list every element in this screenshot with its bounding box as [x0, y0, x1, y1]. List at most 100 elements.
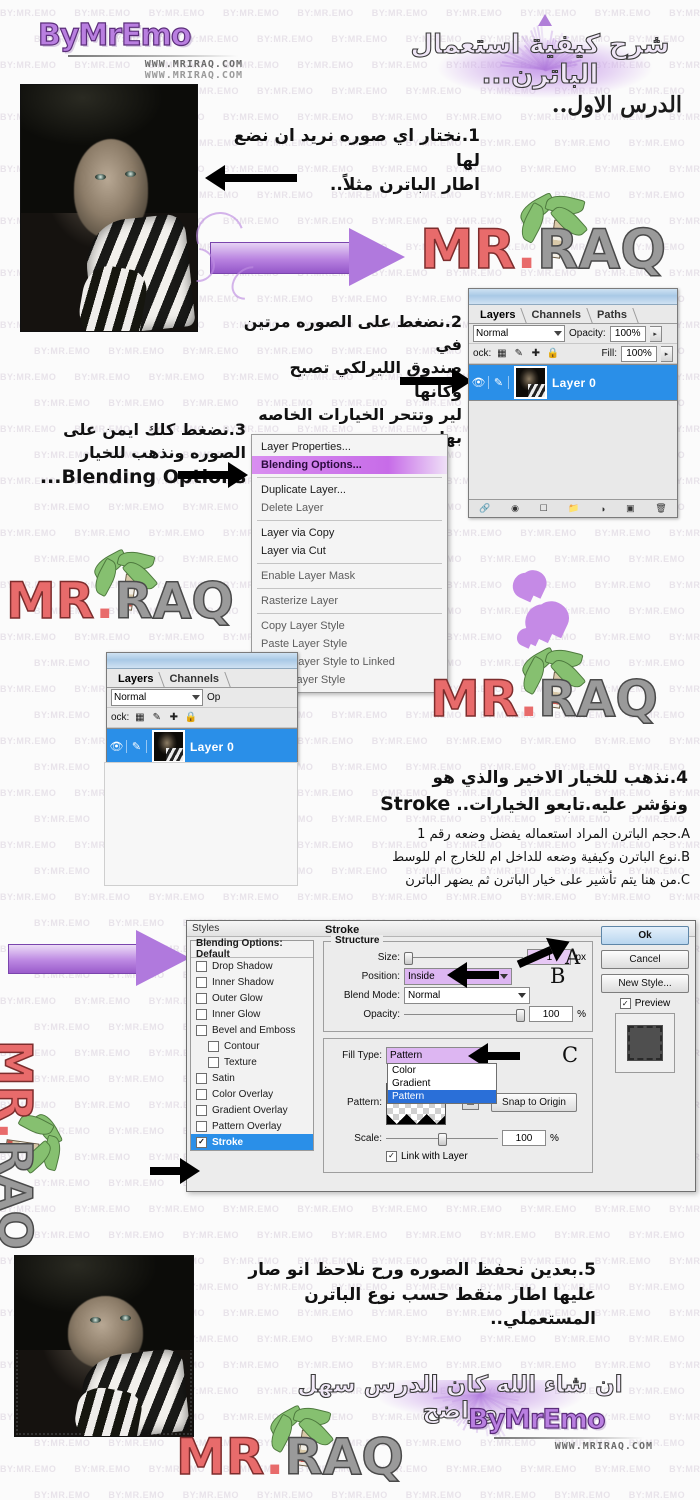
preview-row[interactable]: ✓ Preview: [601, 998, 689, 1009]
snap-to-origin-button[interactable]: Snap to Origin: [491, 1093, 577, 1112]
style-item-pattern-overlay[interactable]: Pattern Overlay: [191, 1118, 313, 1134]
style-checkbox[interactable]: [196, 961, 207, 972]
style-checkbox[interactable]: ✓: [196, 1137, 207, 1148]
menu-item[interactable]: Paste Layer Style: [252, 635, 447, 653]
new-layer-icon[interactable]: ▣: [626, 503, 635, 514]
scale-slider-knob[interactable]: [438, 1133, 447, 1146]
tab-channels[interactable]: Channels: [162, 671, 228, 687]
style-item-stroke[interactable]: ✓ Stroke: [191, 1134, 313, 1150]
lock-paint-icon[interactable]: ✎: [150, 711, 163, 724]
brush-icon[interactable]: ✎: [488, 376, 509, 389]
style-checkbox[interactable]: [196, 1009, 207, 1020]
menu-item[interactable]: Rasterize Layer: [252, 592, 447, 610]
lock-transparency-icon[interactable]: ▦: [133, 711, 146, 724]
fill-stepper[interactable]: ▸: [661, 346, 673, 362]
link-layers-icon[interactable]: 🔗: [479, 503, 490, 514]
tab-paths[interactable]: Paths: [590, 307, 636, 323]
style-checkbox[interactable]: [196, 1025, 207, 1036]
filltype-option-color[interactable]: Color: [388, 1064, 496, 1077]
opacity-value[interactable]: 100: [529, 1006, 573, 1022]
style-checkbox[interactable]: [208, 1057, 219, 1068]
style-checkbox[interactable]: [196, 1105, 207, 1116]
lock-all-icon[interactable]: 🔒: [184, 711, 197, 724]
style-checkbox[interactable]: [196, 1073, 207, 1084]
panel-bottom-toolbar[interactable]: 🔗 ◉ ☐ 📁 ◑ ▣ 🗑: [469, 499, 677, 517]
blend-mode-select[interactable]: Normal: [473, 325, 565, 342]
opacity-value[interactable]: 100%: [610, 326, 646, 342]
style-checkbox[interactable]: [208, 1041, 219, 1052]
opacity-stepper[interactable]: ▸: [650, 326, 662, 342]
style-item-inner-glow[interactable]: Inner Glow: [191, 1006, 313, 1022]
style-item-outer-glow[interactable]: Outer Glow: [191, 990, 313, 1006]
layer-style-icon[interactable]: ◉: [511, 503, 519, 514]
cancel-button[interactable]: Cancel: [601, 950, 689, 969]
eye-icon[interactable]: 👁: [107, 740, 126, 753]
preview-checkbox[interactable]: ✓: [620, 998, 631, 1009]
layer-style-dialog[interactable]: Styles Blending Options: Default Drop Sha…: [186, 920, 696, 1192]
menu-item[interactable]: Blending Options...: [252, 456, 447, 474]
filltype-option-gradient[interactable]: Gradient: [388, 1077, 496, 1090]
ok-button[interactable]: Ok: [601, 926, 689, 945]
lock-move-icon[interactable]: ✚: [167, 711, 180, 724]
new-group-icon[interactable]: 📁: [568, 503, 579, 514]
menu-item[interactable]: Copy Layer Style: [252, 617, 447, 635]
blend-mode-select[interactable]: Normal: [111, 689, 203, 706]
layer-row[interactable]: 👁 ✎ Layer 0: [469, 364, 677, 401]
size-slider-knob[interactable]: [404, 952, 413, 965]
panel-tabs[interactable]: Layers Channels: [107, 669, 297, 688]
logo-mr: MR: [0, 1040, 42, 1122]
opacity-slider-knob[interactable]: [516, 1009, 525, 1022]
brush-icon[interactable]: ✎: [126, 740, 147, 753]
style-item-satin[interactable]: Satin: [191, 1070, 313, 1086]
delete-layer-icon[interactable]: 🗑: [655, 503, 666, 514]
layer-thumbnail[interactable]: [152, 730, 185, 763]
opacity-slider[interactable]: [404, 1014, 525, 1015]
lock-transparency-icon[interactable]: ▦: [495, 347, 508, 360]
lock-all-icon[interactable]: 🔒: [546, 347, 559, 360]
tab-layers[interactable]: Layers: [473, 307, 524, 323]
tab-channels[interactable]: Channels: [524, 307, 590, 323]
style-checkbox[interactable]: [196, 993, 207, 1004]
scale-value[interactable]: 100: [502, 1130, 546, 1146]
style-item-gradient-overlay[interactable]: Gradient Overlay: [191, 1102, 313, 1118]
new-style-button[interactable]: New Style...: [601, 974, 689, 993]
lock-paint-icon[interactable]: ✎: [512, 347, 525, 360]
style-checkbox[interactable]: [196, 1121, 207, 1132]
blend-mode-select[interactable]: Normal: [404, 987, 530, 1004]
menu-item[interactable]: Layer via Cut: [252, 542, 447, 560]
style-item-inner-shadow[interactable]: Inner Shadow: [191, 974, 313, 990]
menu-item[interactable]: Layer Properties...: [252, 438, 447, 456]
style-checkbox[interactable]: [196, 1089, 207, 1100]
style-item-color-overlay[interactable]: Color Overlay: [191, 1086, 313, 1102]
lock-move-icon[interactable]: ✚: [529, 347, 542, 360]
filltype-dropdown[interactable]: Color Gradient Pattern: [387, 1063, 497, 1104]
dialog-buttons[interactable]: Ok Cancel New Style... ✓ Preview: [601, 926, 689, 1073]
layers-panel-secondary[interactable]: Layers Channels Normal Op ock: ▦ ✎ ✚ 🔒 👁…: [106, 652, 298, 764]
menu-item[interactable]: Enable Layer Mask: [252, 567, 447, 585]
tab-layers[interactable]: Layers: [111, 671, 162, 687]
layer-thumbnail[interactable]: [514, 366, 547, 399]
style-checkbox[interactable]: [196, 977, 207, 988]
size-slider[interactable]: [404, 957, 523, 958]
style-blending-options-default[interactable]: Blending Options: Default: [191, 941, 313, 958]
filltype-option-pattern[interactable]: Pattern: [388, 1090, 496, 1103]
fill-value[interactable]: 100%: [621, 346, 657, 362]
link-with-layer-row[interactable]: ✓ Link with Layer: [330, 1149, 586, 1163]
layer-row[interactable]: 👁 ✎ Layer 0: [107, 728, 297, 765]
logo-mr: MR: [420, 218, 516, 281]
menu-item[interactable]: Duplicate Layer...: [252, 481, 447, 499]
style-item-drop-shadow[interactable]: Drop Shadow: [191, 958, 313, 974]
style-item-bevel-and-emboss[interactable]: Bevel and Emboss: [191, 1022, 313, 1038]
styles-list[interactable]: Blending Options: Default Drop Shadow Inne…: [190, 940, 314, 1151]
panel-tabs[interactable]: Layers Channels Paths: [469, 305, 677, 324]
eye-icon[interactable]: 👁: [469, 376, 488, 389]
link-with-layer-checkbox[interactable]: ✓: [386, 1151, 397, 1162]
scale-slider[interactable]: [386, 1138, 498, 1139]
menu-item[interactable]: Delete Layer: [252, 499, 447, 517]
adjustment-layer-icon[interactable]: ◑: [600, 504, 605, 514]
style-item-texture[interactable]: Texture: [191, 1054, 313, 1070]
layers-panel[interactable]: Layers Channels Paths Normal Opacity: 10…: [468, 288, 678, 518]
layer-mask-icon[interactable]: ☐: [540, 503, 548, 514]
menu-item[interactable]: Layer via Copy: [252, 524, 447, 542]
style-item-contour[interactable]: Contour: [191, 1038, 313, 1054]
